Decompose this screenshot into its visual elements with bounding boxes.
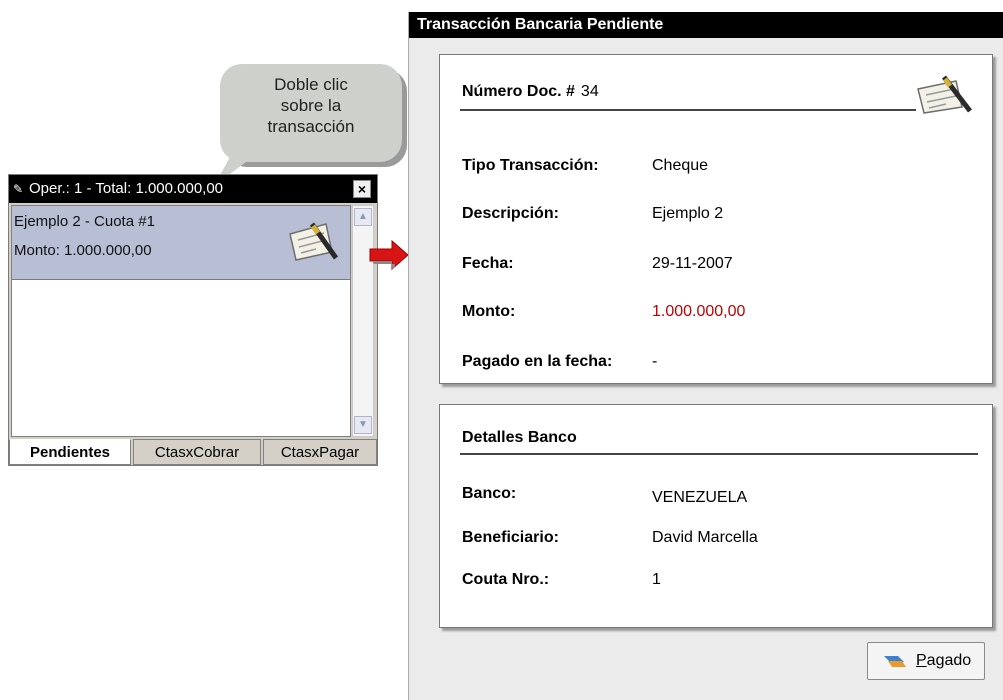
- field-label: Banco:: [462, 485, 517, 502]
- field-value: David Marcella: [652, 529, 758, 546]
- dialog-title[interactable]: Transacción Bancaria Pendiente: [409, 12, 1003, 38]
- field-monto: Monto: 1.000.000,00: [462, 303, 745, 321]
- field-value: Cheque: [652, 157, 709, 174]
- field-label: Couta Nro.:: [462, 571, 550, 588]
- divider: [460, 453, 978, 455]
- item-description: Ejemplo 2 - Cuota #1: [14, 213, 155, 230]
- field-label: Fecha:: [462, 255, 514, 272]
- field-fecha: Fecha: 29-11-2007: [462, 255, 733, 273]
- app-icon: ✎: [13, 182, 24, 196]
- scroll-down-icon[interactable]: ▼: [354, 416, 372, 434]
- callout-line-3: transacción: [267, 117, 355, 136]
- bank-details-heading: Detalles Banco: [462, 429, 577, 446]
- field-beneficiario: Beneficiario: David Marcella: [462, 529, 758, 547]
- field-label: Descripción:: [462, 205, 559, 222]
- tab-ctasxpagar[interactable]: CtasxPagar: [263, 439, 377, 465]
- pending-operations-window: ✎ Oper.: 1 - Total: 1.000.000,00 × Ejempl…: [8, 174, 378, 466]
- divider: [460, 109, 916, 111]
- tab-ctasxcobrar[interactable]: CtasxCobrar: [133, 439, 261, 465]
- bank-details-panel: Detalles Banco Banco: VENEZUELA Beneficia…: [439, 404, 993, 628]
- document-number-label: Número Doc. #: [462, 83, 575, 100]
- red-arrow-icon: [369, 239, 409, 271]
- document-number-value: 34: [580, 83, 599, 100]
- field-value: 29-11-2007: [652, 255, 733, 272]
- document-panel: Número Doc. #34 Tipo Transacción: Cheque …: [439, 54, 993, 384]
- field-couta-nro: Couta Nro.: 1: [462, 571, 661, 589]
- cheque-pen-icon: [917, 75, 972, 114]
- field-label: Monto:: [462, 303, 516, 320]
- field-value: 1: [652, 571, 661, 588]
- scroll-up-icon[interactable]: ▲: [354, 208, 372, 226]
- field-value: VENEZUELA: [652, 489, 748, 506]
- list-item[interactable]: Ejemplo 2 - Cuota #1 Monto: 1.000.000,00: [12, 206, 350, 280]
- field-banco: Banco: VENEZUELA: [462, 485, 747, 506]
- cheque-pen-icon: [289, 222, 339, 261]
- field-value: -: [652, 353, 658, 370]
- pending-bank-transaction-dialog: Transacción Bancaria Pendiente Número Do…: [408, 12, 1003, 700]
- field-descripcion: Descripción: Ejemplo 2: [462, 205, 723, 223]
- paid-button-label: Pagado: [916, 652, 972, 669]
- paid-button[interactable]: Pagado: [867, 642, 985, 680]
- close-icon[interactable]: ×: [353, 180, 371, 198]
- field-label: Tipo Transacción:: [462, 157, 599, 174]
- callout-line-1: Doble clic: [274, 75, 348, 94]
- field-tipo-transaccion: Tipo Transacción: Cheque: [462, 157, 708, 175]
- callout-text: Doble clic sobre la transacción: [226, 74, 396, 137]
- field-value: Ejemplo 2: [652, 205, 724, 222]
- pending-transactions-list: Ejemplo 2 - Cuota #1 Monto: 1.000.000,00: [11, 205, 351, 437]
- mini-window-title: Oper.: 1 - Total: 1.000.000,00: [29, 180, 224, 197]
- callout-line-2: sobre la: [280, 96, 342, 115]
- field-label: Beneficiario:: [462, 529, 559, 546]
- mini-window-tabs: Pendientes CtasxCobrar CtasxPagar: [9, 439, 377, 466]
- document-number-heading: Número Doc. # 34: [462, 83, 599, 101]
- amount-value: 1.000.000,00: [652, 303, 746, 320]
- field-pagado-en-la-fecha: Pagado en la fecha: -: [462, 353, 657, 371]
- mini-window-titlebar[interactable]: ✎ Oper.: 1 - Total: 1.000.000,00: [9, 175, 377, 203]
- bank-transfer-icon: [884, 656, 906, 667]
- field-label: Pagado en la fecha:: [462, 353, 613, 370]
- tab-pendientes[interactable]: Pendientes: [9, 439, 131, 465]
- item-amount: Monto: 1.000.000,00: [14, 242, 152, 259]
